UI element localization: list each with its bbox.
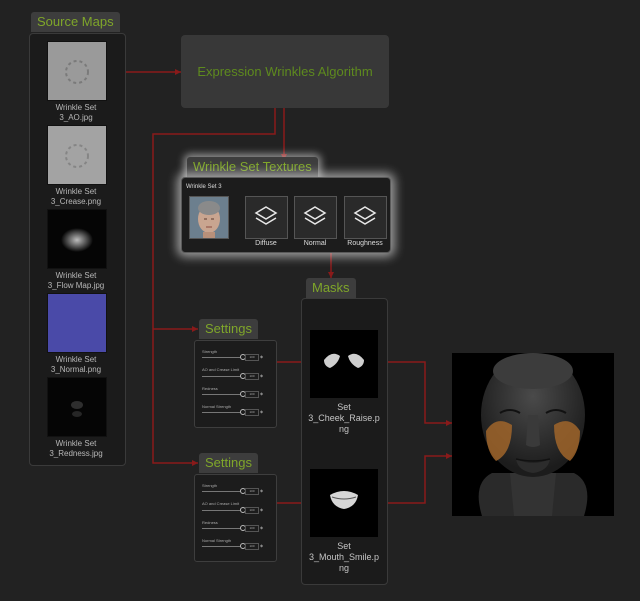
source-maps-title: Source Maps: [31, 12, 120, 32]
slider-normal-strength[interactable]: [202, 546, 240, 547]
thumbnail-ao[interactable]: [47, 41, 107, 101]
setting-value-ao-crease[interactable]: 100: [245, 373, 259, 380]
stepper-icon[interactable]: ◆: [260, 373, 263, 378]
source-maps-panel: Wrinkle Set 3_AO.jpg Wrinkle Set 3_Crease.…: [29, 33, 126, 466]
stepper-icon[interactable]: ◆: [260, 525, 263, 530]
slider-strength[interactable]: [202, 491, 240, 492]
stepper-icon[interactable]: ◆: [260, 354, 263, 359]
arrowhead-settings2: [192, 460, 198, 466]
texture-label-roughness: Roughness: [347, 240, 383, 247]
algorithm-label: Expression Wrinkles Algorithm: [197, 64, 373, 79]
setting-label-ao-crease: AO and Crease Limit: [202, 367, 240, 372]
layers-icon: [353, 206, 377, 225]
settings-title-1: Settings: [199, 319, 258, 339]
thumbnail-label-ao: Wrinkle Set 3_AO.jpg: [55, 103, 97, 122]
layers-icon: [303, 206, 327, 225]
setting-label-strength: Strength: [202, 349, 218, 354]
slider-ao-crease[interactable]: [202, 376, 240, 377]
stepper-icon[interactable]: ◆: [260, 543, 263, 548]
texture-slot-roughness[interactable]: [344, 196, 387, 239]
settings-panel-2: Strength 100 ◆ AO and Crease Limit 100 ◆…: [194, 474, 277, 562]
thumbnail-normal[interactable]: [47, 293, 107, 353]
settings-title-2: Settings: [199, 453, 258, 473]
stepper-icon[interactable]: ◆: [260, 507, 263, 512]
mask-cheek-raise[interactable]: [310, 330, 378, 398]
thumbnail-label-crease: Wrinkle Set 3_Crease.png: [50, 187, 102, 206]
setting-value-strength[interactable]: 100: [245, 488, 259, 495]
thumbnail-flow-map[interactable]: [47, 209, 107, 269]
thumbnail-crease[interactable]: [47, 125, 107, 185]
face-render-preview[interactable]: [452, 353, 614, 516]
texture-slot-normal[interactable]: [294, 196, 337, 239]
mask-label-cheek-raise: Set 3_Cheek_Raise.p ng: [308, 402, 380, 434]
stepper-icon[interactable]: ◆: [260, 391, 263, 396]
arrowhead-settings1: [192, 326, 198, 332]
slider-redness[interactable]: [202, 394, 240, 395]
setting-value-normal-strength[interactable]: 100: [245, 543, 259, 550]
setting-value-normal-strength[interactable]: 100: [245, 409, 259, 416]
wrinkle-set-name: Wrinkle Set 3: [186, 184, 222, 190]
setting-value-ao-crease[interactable]: 100: [245, 507, 259, 514]
setting-label-redness: Redness: [202, 386, 218, 391]
mask-mouth-smile[interactable]: [310, 469, 378, 537]
settings-panel-1: Strength 100 ◆ AO and Crease Limit 100 ◆…: [194, 340, 277, 428]
head-preview[interactable]: [189, 196, 229, 239]
wrinkle-set-textures-panel: Wrinkle Set 3 Diffuse Normal Roughness: [181, 177, 391, 253]
slider-ao-crease[interactable]: [202, 510, 240, 511]
expression-wrinkles-algorithm-node[interactable]: Expression Wrinkles Algorithm: [181, 35, 389, 108]
wrinkle-set-textures-title: Wrinkle Set Textures: [187, 157, 318, 177]
layers-icon: [254, 206, 278, 225]
setting-value-strength[interactable]: 100: [245, 354, 259, 361]
setting-label-ao-crease: AO and Crease Limit: [202, 501, 240, 506]
setting-label-strength: Strength: [202, 483, 218, 488]
setting-label-normal-strength: Normal Strength: [202, 404, 232, 409]
connector-mask2-to-face: [378, 455, 452, 504]
slider-redness[interactable]: [202, 528, 240, 529]
slider-strength[interactable]: [202, 357, 240, 358]
thumbnail-label-normal: Wrinkle Set 3_Normal.png: [50, 355, 102, 374]
stepper-icon[interactable]: ◆: [260, 409, 263, 414]
setting-label-redness: Redness: [202, 520, 218, 525]
thumbnail-label-redness: Wrinkle Set 3_Redness.jpg: [49, 439, 103, 458]
masks-title: Masks: [306, 278, 356, 298]
setting-value-redness[interactable]: 100: [245, 525, 259, 532]
connector-mask1-to-face: [378, 361, 452, 424]
setting-label-normal-strength: Normal Strength: [202, 538, 232, 543]
stepper-icon[interactable]: ◆: [260, 488, 263, 493]
thumbnail-label-flow-map: Wrinkle Set 3_Flow Map.jpg: [47, 271, 105, 290]
setting-value-redness[interactable]: 100: [245, 391, 259, 398]
mask-label-mouth-smile: Set 3_Mouth_Smile.p ng: [308, 541, 380, 573]
texture-slot-diffuse[interactable]: [245, 196, 288, 239]
slider-normal-strength[interactable]: [202, 412, 240, 413]
thumbnail-redness[interactable]: [47, 377, 107, 437]
